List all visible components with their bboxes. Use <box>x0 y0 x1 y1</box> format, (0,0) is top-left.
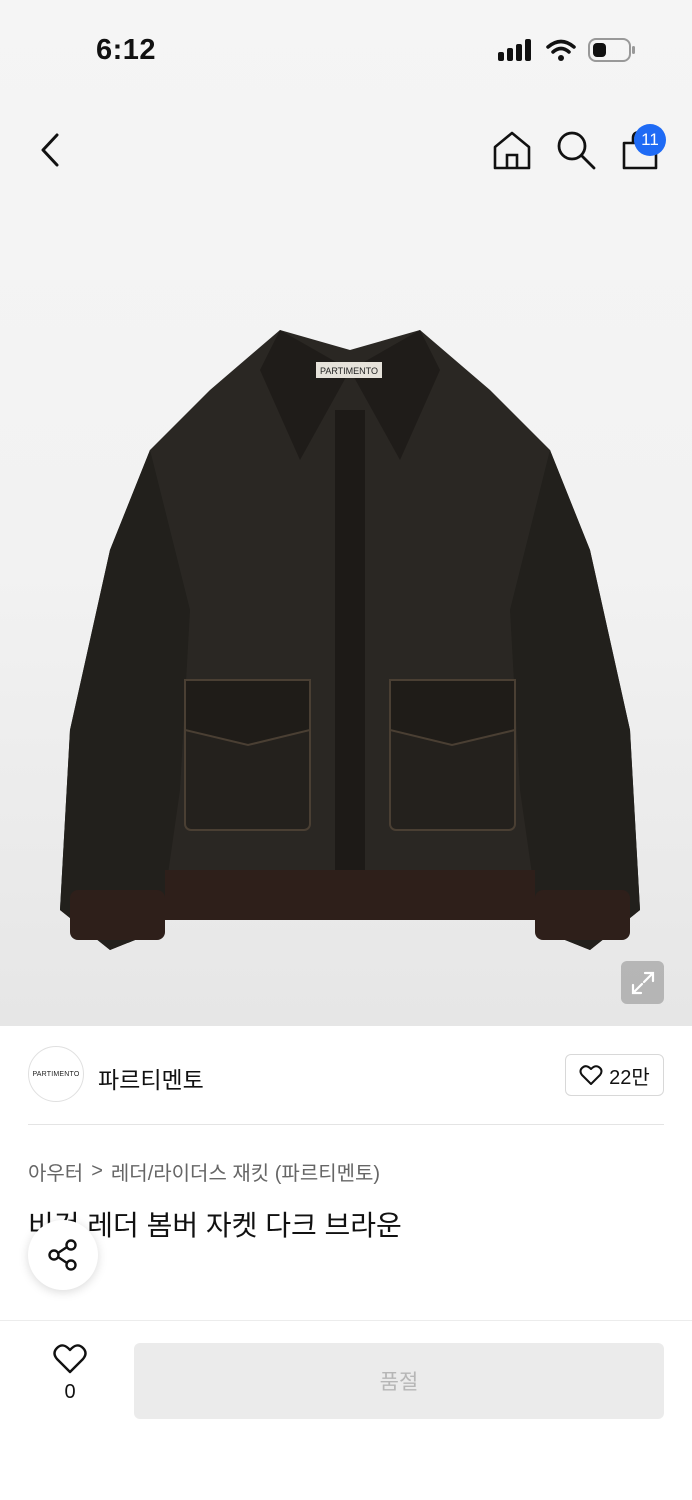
expand-icon <box>631 971 654 994</box>
breadcrumb: 아우터 > 레더/라이더스 재킷 (파르티멘토) <box>28 1157 380 1186</box>
share-button[interactable] <box>28 1220 98 1290</box>
battery-icon <box>588 38 635 62</box>
section-divider <box>28 1124 664 1125</box>
sold-out-button[interactable]: 품절 <box>134 1343 664 1419</box>
search-icon <box>557 131 596 170</box>
breadcrumb-subcategory[interactable]: 레더/라이더스 재킷 (파르티멘토) <box>111 1157 380 1186</box>
chevron-left-icon <box>41 133 59 167</box>
home-icon <box>493 131 531 170</box>
cellular-signal-icon <box>498 39 531 61</box>
status-time: 6:12 <box>96 34 157 66</box>
cart-count-badge: 11 <box>634 124 666 156</box>
brand-name[interactable]: 파르티멘토 <box>98 1061 204 1095</box>
search-button[interactable] <box>554 128 598 172</box>
status-bar: 6:12 <box>0 0 692 100</box>
heart-outline-icon <box>53 1344 87 1374</box>
back-button[interactable] <box>30 128 70 172</box>
brand-row: PARTIMENTO 파르티멘토 22만 <box>28 1046 664 1106</box>
wishlist-count: 0 <box>64 1381 76 1403</box>
share-icon <box>48 1239 77 1271</box>
breadcrumb-category[interactable]: 아우터 <box>28 1157 83 1186</box>
bottom-action-bar: 0 품절 <box>0 1320 692 1500</box>
jacket-tag-label: PARTIMENTO <box>320 366 378 376</box>
wifi-icon <box>546 39 576 61</box>
status-icons <box>498 38 636 62</box>
product-image-jacket[interactable]: PARTIMENTO <box>50 310 650 960</box>
brand-like-button[interactable]: 22만 <box>565 1054 664 1096</box>
brand-like-count: 22만 <box>609 1066 650 1089</box>
heart-outline-icon <box>579 1065 603 1085</box>
expand-image-button[interactable] <box>621 961 664 1004</box>
breadcrumb-separator: > <box>91 1160 103 1182</box>
brand-logo-text: PARTIMENTO <box>32 1070 80 1078</box>
home-button[interactable] <box>490 128 534 172</box>
wishlist-button[interactable]: 0 <box>44 1343 96 1407</box>
brand-logo[interactable]: PARTIMENTO <box>28 1046 84 1102</box>
